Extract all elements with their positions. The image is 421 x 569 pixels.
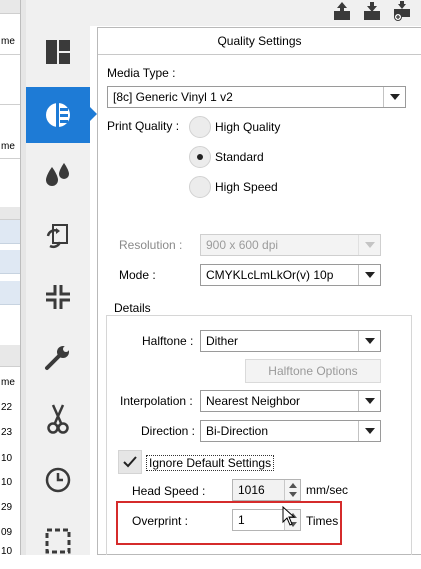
highlight-box (116, 501, 342, 545)
color-drops-icon (46, 163, 69, 186)
interpolation-label: Interpolation : (120, 394, 193, 408)
sidebar-item-quality-settings[interactable] (26, 87, 90, 143)
export-up-icon[interactable] (332, 1, 352, 21)
media-type-value: [8c] Generic Vinyl 1 v2 (113, 90, 233, 104)
chevron-down-icon (358, 265, 380, 285)
radio-high-speed[interactable] (189, 176, 211, 198)
head-speed-input[interactable]: 1016 (232, 479, 301, 501)
radio-standard-label[interactable]: Standard (215, 150, 264, 164)
halftone-select[interactable]: Dither (200, 330, 381, 352)
divider (0, 104, 20, 105)
active-item-pointer (90, 107, 97, 121)
left-panel-row[interactable] (0, 281, 20, 305)
left-panel-cell: 22 (1, 402, 13, 413)
checkmark-icon (123, 456, 137, 468)
job-recycle-icon (46, 224, 68, 249)
left-panel-header (0, 0, 20, 14)
left-panel-cell: me (1, 141, 15, 152)
chevron-down-icon (358, 391, 380, 411)
sidebar-item-tools[interactable] (26, 330, 90, 386)
resolution-select: 900 x 600 dpi (200, 234, 381, 256)
mouse-cursor-icon (282, 506, 296, 526)
left-panel-row[interactable] (0, 207, 20, 220)
direction-value: Bi-Direction (206, 424, 269, 438)
import-down-icon[interactable] (362, 1, 382, 21)
left-panel-cell: 10 (1, 546, 13, 557)
panel-title: Quality Settings (98, 28, 421, 55)
radio-high-quality[interactable] (189, 116, 211, 138)
add-job-icon[interactable] (392, 1, 412, 21)
left-panel-row[interactable] (0, 250, 20, 274)
sidebar-item-layout[interactable] (26, 24, 90, 80)
direction-label: Direction : (141, 424, 196, 438)
media-type-select[interactable]: [8c] Generic Vinyl 1 v2 (107, 86, 406, 108)
chevron-up-icon[interactable] (289, 483, 297, 488)
halftone-label: Halftone : (142, 334, 194, 348)
sidebar-item-selection[interactable] (26, 513, 90, 569)
divider (0, 158, 20, 159)
mode-select[interactable]: CMYKLcLmLkOr(v) 10p (200, 264, 381, 286)
chevron-down-icon (358, 235, 380, 255)
direction-select[interactable]: Bi-Direction (200, 420, 381, 442)
top-toolbar (90, 0, 421, 26)
left-panel-cell: 10 (1, 477, 13, 488)
left-panel-cell: 23 (1, 427, 13, 438)
head-speed-unit: mm/sec (306, 483, 348, 497)
left-panel-row[interactable] (0, 220, 20, 244)
mode-label: Mode : (119, 268, 156, 282)
mode-value: CMYKLcLmLkOr(v) 10p (206, 268, 334, 282)
radio-high-quality-label[interactable]: High Quality (215, 120, 280, 134)
interpolation-value: Nearest Neighbor (206, 394, 301, 408)
quality-settings-icon (46, 102, 70, 128)
details-title: Details (112, 301, 153, 315)
left-panel-cell: 29 (1, 502, 13, 513)
ignore-default-checkbox[interactable] (118, 450, 142, 474)
scissors-icon (47, 404, 69, 434)
layout-icon (46, 40, 70, 64)
chevron-down-icon (383, 87, 405, 107)
left-panel-cell: 10 (1, 453, 13, 464)
sidebar (26, 0, 90, 555)
chevron-down-icon[interactable] (289, 492, 297, 497)
resolution-value: 900 x 600 dpi (206, 238, 279, 252)
sidebar-item-schedule[interactable] (26, 452, 90, 508)
resolution-label: Resolution : (119, 238, 183, 252)
sidebar-item-color[interactable] (26, 147, 90, 203)
head-speed-label: Head Speed : (132, 484, 206, 498)
divider (0, 54, 20, 55)
chevron-down-icon (358, 331, 380, 351)
head-speed-stepper[interactable] (284, 480, 300, 500)
radio-standard[interactable] (189, 146, 211, 168)
chevron-down-icon (358, 421, 380, 441)
left-panel-cell: me (1, 377, 15, 388)
sidebar-item-crop[interactable] (26, 269, 90, 325)
halftone-value: Dither (206, 334, 239, 348)
media-type-label: Media Type : (107, 66, 176, 80)
ignore-default-label[interactable]: Ignore Default Settings (146, 455, 275, 471)
left-panel-cell: me (1, 36, 15, 47)
sidebar-item-job-recycle[interactable] (26, 208, 90, 264)
left-panel-cell: 09 (1, 527, 13, 538)
wrench-icon (45, 346, 69, 370)
print-quality-label: Print Quality : (107, 119, 180, 133)
selection-icon (45, 528, 71, 554)
interpolation-select[interactable]: Nearest Neighbor (200, 390, 381, 412)
clock-icon (45, 467, 71, 493)
sidebar-item-cutting[interactable] (26, 391, 90, 447)
radio-high-speed-label[interactable]: High Speed (215, 180, 278, 194)
crop-marks-icon (46, 285, 70, 309)
halftone-options-button: Halftone Options (245, 359, 381, 383)
head-speed-value: 1016 (238, 483, 265, 497)
left-panel-row[interactable] (0, 345, 20, 367)
